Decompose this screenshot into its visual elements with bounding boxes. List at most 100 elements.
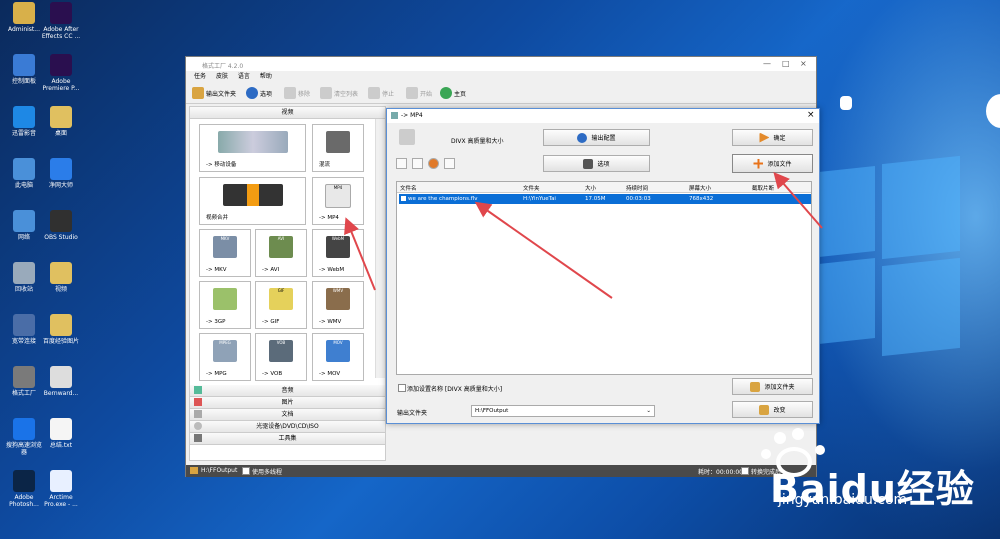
output-folder-button[interactable]: 输出文件夹 [192, 86, 236, 100]
change-button[interactable]: 改变 [732, 401, 813, 418]
tile-vob[interactable]: VOB -> VOB [255, 333, 307, 381]
desktop-icon[interactable]: 净网大师 [41, 158, 81, 189]
menu-task[interactable]: 任务 [194, 73, 206, 80]
options-icon [246, 87, 258, 99]
tile-mobile-device[interactable]: -> 移动设备 [199, 124, 306, 172]
tile-avi[interactable]: AVI -> AVI [255, 229, 307, 277]
clear-list-button[interactable]: 清空列表 [320, 86, 358, 100]
col-duration[interactable]: 持续时间 [626, 184, 648, 192]
desktop-icon[interactable]: Adobe After Effects CC ... [41, 2, 81, 40]
tile-webm[interactable]: WebM -> WebM [312, 229, 364, 277]
start-button[interactable]: 开始 [406, 86, 432, 100]
mouse-icon [840, 96, 852, 110]
file-list: 文件名 文件夹 大小 持续时间 屏幕大小 截取片断 we are the cha… [396, 181, 812, 375]
desktop-icon[interactable]: Adobe Photosh... [4, 470, 44, 508]
menu-language[interactable]: 语言 [238, 73, 250, 80]
desktop-icon[interactable]: 桌面 [41, 106, 81, 137]
folder-icon [759, 404, 770, 415]
desktop-icon[interactable]: OBS Studio [41, 210, 81, 241]
col-filename[interactable]: 文件名 [400, 184, 417, 192]
windows-logo-wallpaper [800, 155, 960, 357]
desktop-icon[interactable]: 此电脑 [4, 158, 44, 189]
stop-button[interactable]: 停止 [368, 86, 394, 100]
app-icon [13, 418, 35, 440]
remove-button[interactable]: 移除 [284, 86, 310, 100]
tile-mov[interactable]: MOV -> MOV [312, 333, 364, 381]
minimize-icon[interactable]: — [763, 59, 771, 68]
app-icon [50, 2, 72, 24]
desktop-icon[interactable]: Administ... [4, 2, 44, 33]
tile-mpg[interactable]: MPEG -> MPG [199, 333, 251, 381]
ok-button[interactable]: 确定 [732, 129, 813, 146]
file-add-icon[interactable] [396, 158, 407, 169]
options-button[interactable]: 选项 [543, 155, 650, 172]
document-icon [194, 410, 202, 418]
table-row[interactable]: we are the champions.flv H:\YinYueTai 17… [399, 194, 811, 204]
category-tools[interactable]: 工具集 [190, 433, 385, 445]
folder-icon [192, 87, 204, 99]
app-icon [50, 366, 72, 388]
app-icon [50, 54, 72, 76]
desktop-icon[interactable]: Arctime Pro.exe - ... [41, 470, 81, 508]
clear-icon [320, 87, 332, 99]
tools-icon [194, 434, 202, 442]
desktop-icon[interactable]: 总结.txt [41, 418, 81, 449]
col-screen-size[interactable]: 屏幕大小 [689, 184, 711, 192]
category-picture[interactable]: 图片 [190, 397, 385, 409]
output-config-button[interactable]: 输出配置 [543, 129, 650, 146]
category-panel: 视频 -> 移动设备 混流 视频合并 MP4 -> MP4 MKV -> MKV… [189, 106, 386, 461]
desktop-icon-label: 此电脑 [14, 182, 33, 189]
col-folder[interactable]: 文件夹 [523, 184, 540, 192]
desktop-icon[interactable]: 搜狗高速浏览器 [4, 418, 44, 456]
desktop-icon[interactable]: 迅雷影音 [4, 106, 44, 137]
desktop-icon[interactable]: Adobe Premiere P... [41, 54, 81, 92]
tile-gif[interactable]: GIF -> GIF [255, 281, 307, 329]
menu-skin[interactable]: 皮肤 [216, 73, 228, 80]
tile-wmv[interactable]: WMV -> WMV [312, 281, 364, 329]
category-audio[interactable]: 音频 [190, 385, 385, 397]
disc-icon [194, 422, 202, 430]
add-folder-button[interactable]: 添加文件夹 [732, 378, 813, 395]
tile-mp4[interactable]: MP4 -> MP4 [312, 177, 364, 225]
append-name-checkbox[interactable] [398, 384, 406, 392]
app-icon [13, 366, 35, 388]
tile-mkv[interactable]: MKV -> MKV [199, 229, 251, 277]
options-button[interactable]: 选项 [246, 86, 272, 100]
tile-mux[interactable]: 混流 [312, 124, 364, 172]
desktop-icon[interactable]: 回收站 [4, 262, 44, 293]
desktop-icon[interactable]: 格式工厂 [4, 366, 44, 397]
category-document[interactable]: 文档 [190, 409, 385, 421]
multithread-checkbox[interactable] [242, 467, 250, 475]
desktop-icon[interactable]: 视频 [41, 262, 81, 293]
dialog-close-icon[interactable]: × [807, 110, 815, 120]
add-file-button[interactable]: 添加文件 [732, 154, 813, 173]
play-icon[interactable] [428, 158, 439, 169]
tile-3gp[interactable]: -> 3GP [199, 281, 251, 329]
app-titlebar: 格式工厂 4.2.0 — □ × [186, 57, 816, 71]
category-video[interactable]: 视频 [190, 107, 385, 119]
desktop-icon[interactable]: 宽带连接 [4, 314, 44, 345]
tile-video-join[interactable]: 视频合并 [199, 177, 306, 225]
desktop-icon[interactable]: 网络 [4, 210, 44, 241]
clip-icon[interactable] [444, 158, 455, 169]
tile-scrollbar[interactable] [375, 119, 385, 378]
after-convert-checkbox[interactable] [741, 467, 749, 475]
desktop-icon-label: Adobe After Effects CC ... [41, 26, 81, 40]
maximize-icon[interactable]: □ [782, 59, 790, 68]
col-clip[interactable]: 截取片断 [752, 184, 774, 192]
output-folder-select[interactable]: H:\FFOutput ⌄ [471, 405, 655, 417]
wmv-file-icon: WMV [326, 288, 350, 310]
watermark-url: jingyan.baidu.com [778, 492, 908, 508]
desktop-icon[interactable]: Bernward... [41, 366, 81, 397]
desktop-icon-label: Arctime Pro.exe - ... [44, 494, 78, 508]
category-rom[interactable]: 光驱设备\DVD\CD\ISO [190, 421, 385, 433]
menu-help[interactable]: 帮助 [260, 73, 272, 80]
ok-arrow-icon [759, 132, 770, 143]
col-size[interactable]: 大小 [585, 184, 596, 192]
home-button[interactable]: 主页 [440, 86, 466, 100]
globe-icon [440, 87, 452, 99]
desktop-icon[interactable]: 百度经验图片 [41, 314, 81, 345]
file-remove-icon[interactable] [412, 158, 423, 169]
close-icon[interactable]: × [800, 59, 807, 68]
desktop-icon[interactable]: 控制面板 [4, 54, 44, 85]
